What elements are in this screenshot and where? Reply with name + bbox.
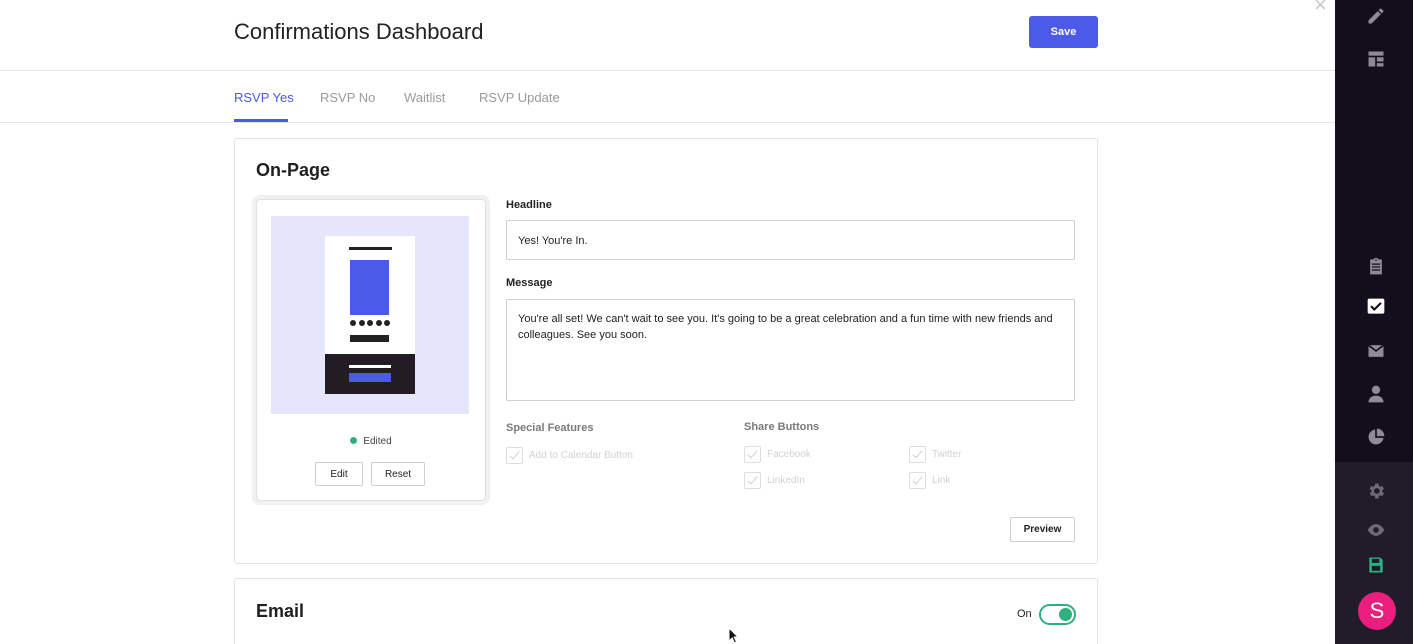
- share-link-option[interactable]: Link: [909, 472, 950, 489]
- checkbox-icon[interactable]: [506, 447, 523, 464]
- mockup-text-bar: [350, 335, 389, 342]
- tab-rsvp-yes[interactable]: RSVP Yes: [234, 90, 294, 105]
- preview-canvas: [271, 216, 469, 414]
- email-toggle[interactable]: [1039, 604, 1076, 625]
- special-features-label: Special Features: [506, 422, 594, 434]
- status-badge: Edited: [257, 436, 485, 447]
- checkbox-icon[interactable]: [744, 472, 761, 489]
- share-buttons-label: Share Buttons: [744, 421, 820, 433]
- close-icon[interactable]: ×: [1314, 0, 1327, 16]
- tab-rsvp-no[interactable]: RSVP No: [320, 90, 375, 105]
- share-facebook-option[interactable]: Facebook: [744, 446, 811, 463]
- checkbox-icon[interactable]: [909, 446, 926, 463]
- email-card: Email On: [234, 578, 1098, 644]
- layout-icon[interactable]: [1365, 48, 1387, 70]
- tab-bar: RSVP Yes RSVP No Waitlist RSVP Update: [0, 71, 1335, 123]
- status-text: Edited: [363, 436, 392, 447]
- share-twitter-option[interactable]: Twitter: [909, 446, 961, 463]
- mail-icon[interactable]: [1365, 340, 1387, 362]
- pie-chart-icon[interactable]: [1365, 426, 1387, 448]
- edit-button[interactable]: Edit: [315, 462, 363, 486]
- email-title: Email: [256, 601, 305, 621]
- onpage-title: On-Page: [256, 160, 331, 180]
- message-label: Message: [506, 277, 553, 289]
- gear-icon[interactable]: [1365, 480, 1387, 502]
- mockup-headline-bar: [349, 247, 392, 250]
- eye-icon[interactable]: [1365, 519, 1387, 541]
- avatar[interactable]: S: [1358, 592, 1396, 630]
- page-title: Confirmations Dashboard: [234, 19, 484, 44]
- mockup-image: [350, 260, 389, 315]
- reset-button[interactable]: Reset: [371, 462, 425, 486]
- header: Confirmations Dashboard Save ×: [0, 0, 1335, 71]
- status-dot-icon: [350, 437, 358, 444]
- checkbox-icon[interactable]: [1365, 296, 1387, 318]
- page-preview-thumbnail: Edited Edit Reset: [256, 199, 486, 501]
- headline-input[interactable]: Yes! You're In.: [506, 220, 1075, 260]
- right-sidebar: [1335, 0, 1413, 644]
- tab-rsvp-update[interactable]: RSVP Update: [479, 90, 560, 105]
- mockup-dots: [350, 320, 390, 326]
- pencil-icon[interactable]: [1365, 5, 1387, 27]
- active-tab-indicator: [234, 119, 288, 122]
- save-button[interactable]: Save: [1029, 16, 1098, 48]
- checkbox-icon[interactable]: [744, 446, 761, 463]
- mouse-cursor-icon: [728, 627, 740, 644]
- preview-button[interactable]: Preview: [1010, 517, 1075, 542]
- clipboard-icon[interactable]: [1365, 255, 1387, 277]
- checkbox-icon[interactable]: [909, 472, 926, 489]
- save-icon[interactable]: [1365, 554, 1387, 576]
- onpage-card: On-Page Edited Edit Reset Headline Yes! …: [234, 138, 1098, 564]
- share-linkedin-option[interactable]: LinkedIn: [744, 472, 805, 489]
- user-icon[interactable]: [1365, 383, 1387, 405]
- mockup-footer: [325, 354, 415, 394]
- add-to-calendar-option[interactable]: Add to Calendar Button: [506, 447, 633, 464]
- tab-waitlist[interactable]: Waitlist: [404, 90, 445, 105]
- message-textarea[interactable]: You're all set! We can't wait to see you…: [506, 299, 1075, 401]
- email-toggle-label: On: [1017, 608, 1032, 620]
- toggle-knob: [1059, 608, 1072, 621]
- phone-mockup: [325, 236, 415, 394]
- headline-label: Headline: [506, 199, 552, 211]
